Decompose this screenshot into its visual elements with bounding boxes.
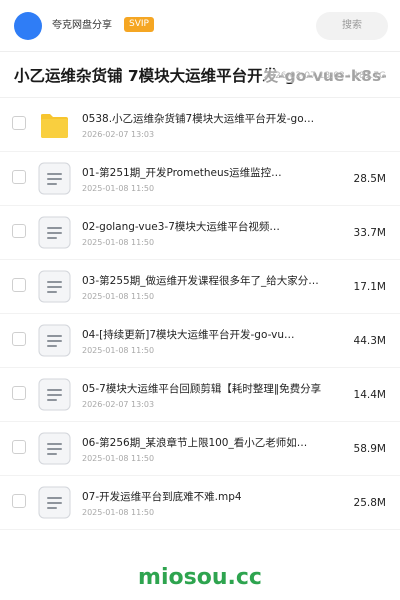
file-name: 06-第256期_某浪章节上限100_看小乙老师如…	[82, 437, 308, 449]
list-item[interactable]: 0538.小乙运维杂货铺7模块大运维平台开发-go… 2026-02-07 13…	[0, 98, 400, 152]
select-checkbox[interactable]	[12, 386, 26, 400]
file-size: 25.8M	[353, 497, 386, 509]
folder-icon	[41, 114, 68, 138]
select-checkbox[interactable]	[12, 440, 26, 454]
list-item[interactable]: 04-[持续更新]7模块大运维平台开发-go-vu… 2025-01-08 11…	[0, 314, 400, 368]
file-name: 05-7模块大运维平台回顾剪辑【耗时整理‖免费分享…	[82, 383, 322, 395]
file-name: 03-第255期_做运维开发课程很多年了_给大家分…	[82, 275, 319, 287]
top-bar: 夸克网盘分享 SVIP 搜索	[0, 0, 400, 52]
select-checkbox[interactable]	[12, 116, 26, 130]
watermark: miosou.cc	[138, 565, 262, 590]
file-size: 17.1M	[353, 281, 386, 293]
file-date: 2025-01-08 11:50	[82, 238, 155, 247]
select-checkbox[interactable]	[12, 332, 26, 346]
file-icon	[38, 162, 71, 195]
file-size: 33.7M	[353, 227, 386, 239]
folder-header: 小乙运维杂货铺 7模块大运维平台开发-go-vue-k8s-c… 2026-02…	[0, 52, 400, 98]
file-date: 2025-01-08 11:50	[82, 184, 155, 193]
file-size: 14.4M	[353, 389, 386, 401]
file-name: 07-开发运维平台到底难不难.mp4	[82, 491, 242, 503]
file-date: 2025-01-08 11:50	[82, 292, 155, 301]
file-size: 58.9M	[353, 443, 386, 455]
file-name: 02-golang-vue3-7模块大运维平台视频…	[82, 221, 280, 233]
search-input[interactable]: 搜索	[316, 12, 388, 40]
file-icon	[38, 270, 71, 303]
file-size: 44.3M	[353, 335, 386, 347]
file-icon	[38, 486, 71, 519]
select-checkbox[interactable]	[12, 170, 26, 184]
file-date: 2025-01-08 11:50	[82, 508, 155, 517]
file-list: 0538.小乙运维杂货铺7模块大运维平台开发-go… 2026-02-07 13…	[0, 98, 400, 530]
select-checkbox[interactable]	[12, 278, 26, 292]
file-icon	[38, 432, 71, 465]
file-name: 04-[持续更新]7模块大运维平台开发-go-vu…	[82, 329, 295, 341]
list-item[interactable]: 03-第255期_做运维开发课程很多年了_给大家分… 2025-01-08 11…	[0, 260, 400, 314]
avatar[interactable]	[14, 12, 42, 40]
file-date: 2025-01-08 11:50	[82, 346, 155, 355]
share-owner-name: 夸克网盘分享	[52, 20, 112, 31]
file-icon	[38, 378, 71, 411]
list-item[interactable]: 06-第256期_某浪章节上限100_看小乙老师如… 2025-01-08 11…	[0, 422, 400, 476]
file-date: 2026-02-07 13:03	[82, 400, 155, 409]
file-name: 0538.小乙运维杂货铺7模块大运维平台开发-go…	[82, 113, 315, 125]
select-checkbox[interactable]	[12, 224, 26, 238]
select-checkbox[interactable]	[12, 494, 26, 508]
list-item[interactable]: 05-7模块大运维平台回顾剪辑【耗时整理‖免费分享… 2026-02-07 13…	[0, 368, 400, 422]
file-icon	[38, 324, 71, 357]
svip-badge: SVIP	[124, 17, 154, 32]
file-date: 2026-02-07 13:03	[82, 130, 155, 139]
file-date: 2025-01-08 11:50	[82, 454, 155, 463]
folder-meta: 2026-02-07 13:03 · 181.7G	[263, 69, 386, 83]
file-size: 28.5M	[353, 173, 386, 185]
list-item[interactable]: 07-开发运维平台到底难不难.mp4 2025-01-08 11:50 25.8…	[0, 476, 400, 530]
file-name: 01-第251期_开发Prometheus运维监控…	[82, 167, 282, 179]
file-icon	[38, 216, 71, 249]
list-item[interactable]: 01-第251期_开发Prometheus运维监控… 2025-01-08 11…	[0, 152, 400, 206]
list-item[interactable]: 02-golang-vue3-7模块大运维平台视频… 2025-01-08 11…	[0, 206, 400, 260]
